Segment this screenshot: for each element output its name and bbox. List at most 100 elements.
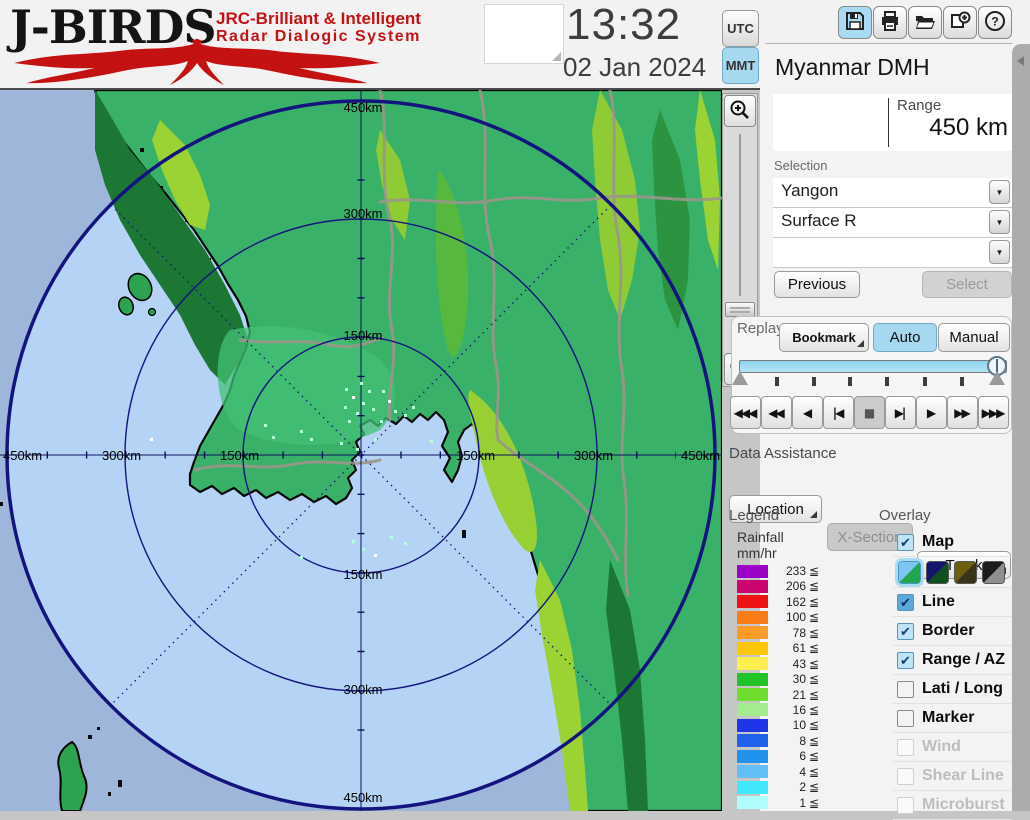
legend-value: 1: [768, 796, 806, 810]
open-folder-button[interactable]: [908, 6, 942, 39]
save-button[interactable]: [838, 6, 872, 39]
overlay-item-label: Wind: [922, 738, 961, 756]
overlay-item-label: Marker: [922, 709, 974, 727]
slider-tick: [775, 377, 779, 386]
collapse-arrow-icon: [1017, 56, 1024, 66]
forward-fastest-button[interactable]: ▶▶▶: [978, 396, 1009, 429]
replay-range-start-marker[interactable]: [732, 371, 748, 385]
legend-row: 4≦: [737, 765, 832, 780]
legend-label: Legend: [729, 507, 779, 524]
legend-row: 2≦: [737, 780, 832, 795]
checkbox[interactable]: [897, 681, 914, 698]
replay-label: Replay: [737, 320, 784, 337]
eagle-logo-icon: [6, 38, 388, 93]
replay-range-end-marker[interactable]: [989, 371, 1005, 385]
legend-swatch: [737, 642, 768, 655]
legend-swatch: [737, 796, 768, 809]
legend-swatch: [737, 750, 768, 763]
checkbox[interactable]: ✔: [897, 594, 914, 611]
map-area: 450km 300km 150km 150km 300km 450km 450k…: [0, 90, 760, 811]
checkbox[interactable]: ✔: [897, 623, 914, 640]
timezone-mmt-button[interactable]: MMT: [722, 47, 759, 84]
zoom-slider-track[interactable]: [739, 134, 741, 296]
svg-text:300km: 300km: [343, 206, 382, 221]
help-button[interactable]: ?: [978, 6, 1012, 39]
legend-swatch: [737, 595, 768, 608]
legend-swatch: [737, 611, 768, 624]
legend-value: 30: [768, 672, 806, 686]
play-button[interactable]: ▶: [916, 396, 947, 429]
checkbox[interactable]: [897, 710, 914, 727]
legend-value: 61: [768, 641, 806, 655]
legend-row: 206≦: [737, 579, 832, 594]
checkbox[interactable]: ✔: [897, 652, 914, 669]
site-dropdown[interactable]: Yangon ▼: [773, 178, 1012, 208]
chevron-down-icon[interactable]: ▼: [989, 180, 1010, 204]
svg-text:150km: 150km: [456, 448, 495, 463]
legend-operator: ≦: [809, 796, 819, 810]
auto-button[interactable]: Auto: [873, 323, 937, 352]
zoom-slider-thumb[interactable]: [725, 302, 755, 317]
rewind-fastest-button[interactable]: ◀◀◀: [730, 396, 761, 429]
legend-swatch: [737, 565, 768, 578]
overlay-item-label: Range / AZ: [922, 651, 1005, 669]
legend-value: 206: [768, 579, 806, 593]
overlay-item-map: ✔Map: [893, 528, 1012, 557]
rewind-fast-button[interactable]: ◀◀: [761, 396, 792, 429]
bookmark-button[interactable]: Bookmark: [779, 323, 869, 352]
add-image-button[interactable]: [943, 6, 977, 39]
product-dropdown[interactable]: Surface R ▼: [773, 208, 1012, 238]
legend-operator: ≦: [809, 657, 819, 671]
legend-swatch: [737, 673, 768, 686]
chevron-down-icon[interactable]: ▼: [989, 240, 1010, 264]
overlay-item-label: Microburst: [922, 796, 1005, 814]
range-label: Range: [897, 97, 941, 114]
overlay-item-border: ✔Border: [893, 617, 1012, 646]
svg-text:450km: 450km: [343, 790, 382, 805]
timezone-utc-button[interactable]: UTC: [722, 10, 759, 47]
replay-slider-track[interactable]: [739, 360, 1007, 373]
save-icon: [844, 10, 866, 35]
map-style-blue-green[interactable]: [898, 561, 921, 584]
svg-text:300km: 300km: [574, 448, 613, 463]
legend-row: 10≦: [737, 718, 832, 733]
range-box-divider: [888, 98, 889, 147]
legend-operator: ≦: [809, 688, 819, 702]
help-icon: ?: [984, 10, 1006, 35]
legend-value: 233: [768, 564, 806, 578]
option-dropdown[interactable]: ▼: [773, 238, 1012, 268]
legend-value: 21: [768, 688, 806, 702]
skip-start-button[interactable]: |◀: [823, 396, 854, 429]
play-reverse-button[interactable]: ◀: [792, 396, 823, 429]
slider-tick: [885, 377, 889, 386]
previous-button[interactable]: Previous: [774, 271, 860, 298]
data-assistance-label: Data Assistance: [729, 445, 837, 462]
legend-swatch: [737, 688, 768, 701]
stop-button[interactable]: ■: [854, 396, 885, 429]
legend-value: 4: [768, 765, 806, 779]
legend-swatch: [737, 703, 768, 716]
manual-button[interactable]: Manual: [938, 323, 1010, 352]
map-style-olive-khaki[interactable]: [954, 561, 977, 584]
print-button[interactable]: [873, 6, 907, 39]
zoom-in-icon: [729, 99, 751, 124]
forward-fast-button[interactable]: ▶▶: [947, 396, 978, 429]
legend-operator: ≦: [809, 749, 819, 763]
resize-grip-icon[interactable]: [552, 52, 561, 61]
legend-value: 100: [768, 610, 806, 624]
checkbox[interactable]: ✔: [897, 534, 914, 551]
skip-end-button[interactable]: ▶|: [885, 396, 916, 429]
legend-row: 43≦: [737, 657, 832, 672]
slider-tick: [848, 377, 852, 386]
station-logo-box[interactable]: [484, 4, 564, 64]
legend-operator: ≦: [809, 610, 819, 624]
legend-swatch: [737, 734, 768, 747]
site-dropdown-value: Yangon: [781, 181, 838, 201]
chevron-down-icon[interactable]: ▼: [989, 210, 1010, 234]
zoom-in-button[interactable]: [724, 95, 756, 127]
radar-map[interactable]: 450km 300km 150km 150km 300km 450km 450k…: [0, 90, 722, 811]
panel-collapse-strip[interactable]: [1012, 44, 1030, 811]
map-style-navy-darkgreen[interactable]: [926, 561, 949, 584]
map-style-black-gray[interactable]: [982, 561, 1005, 584]
legend-scale: 233≦206≦162≦100≦78≦61≦43≦30≦21≦16≦10≦8≦6…: [737, 564, 832, 811]
